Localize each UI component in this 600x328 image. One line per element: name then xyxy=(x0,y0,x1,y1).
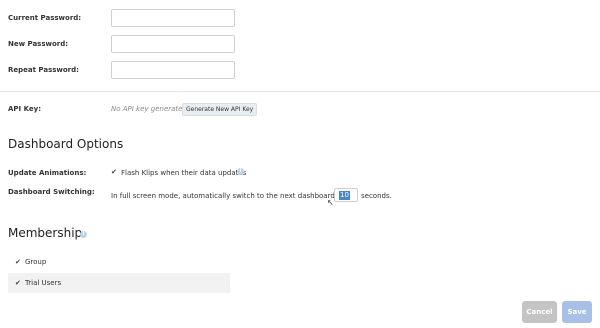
generate-api-key-button[interactable]: Generate New API Key xyxy=(182,103,258,116)
save-button[interactable]: Save xyxy=(562,301,592,323)
new-password-label: New Password: xyxy=(8,40,69,48)
flash-klips-label: Flash Klips when their data updates xyxy=(121,169,247,177)
flash-klips-info-icon[interactable]: i xyxy=(237,168,244,175)
switching-seconds-input[interactable]: 10 xyxy=(334,188,358,202)
membership-info-icon[interactable]: i xyxy=(80,231,87,238)
api-key-status: No API key generated xyxy=(111,105,187,113)
membership-row-group[interactable]: ✔ Group xyxy=(8,252,230,272)
cancel-button[interactable]: Cancel xyxy=(522,301,557,323)
membership-title: Membership xyxy=(8,226,83,240)
trial-users-label: Trial Users xyxy=(25,279,62,287)
group-label: Group xyxy=(25,258,47,266)
update-animations-label: Update Animations: xyxy=(8,169,87,177)
repeat-password-label: Repeat Password: xyxy=(8,66,79,74)
new-password-input[interactable] xyxy=(111,35,235,53)
current-password-label: Current Password: xyxy=(8,14,82,22)
membership-row-trial-users[interactable]: ✔ Trial Users xyxy=(8,273,230,293)
group-checkbox[interactable]: ✔ xyxy=(15,259,21,266)
api-key-label: API Key: xyxy=(8,105,42,113)
trial-users-checkbox[interactable]: ✔ xyxy=(15,280,21,287)
switching-text-before: In full screen mode, automatically switc… xyxy=(111,192,357,200)
switching-text-after: seconds. xyxy=(361,192,392,200)
repeat-password-input[interactable] xyxy=(111,61,235,79)
dashboard-switching-label: Dashboard Switching: xyxy=(8,188,95,196)
mouse-cursor-icon: ↖ xyxy=(327,198,334,207)
section-divider xyxy=(0,91,600,92)
dashboard-options-title: Dashboard Options xyxy=(8,137,124,151)
switching-seconds-value: 10 xyxy=(339,191,350,200)
flash-klips-checkbox[interactable]: ✔ xyxy=(111,169,117,176)
current-password-input[interactable] xyxy=(111,9,235,27)
